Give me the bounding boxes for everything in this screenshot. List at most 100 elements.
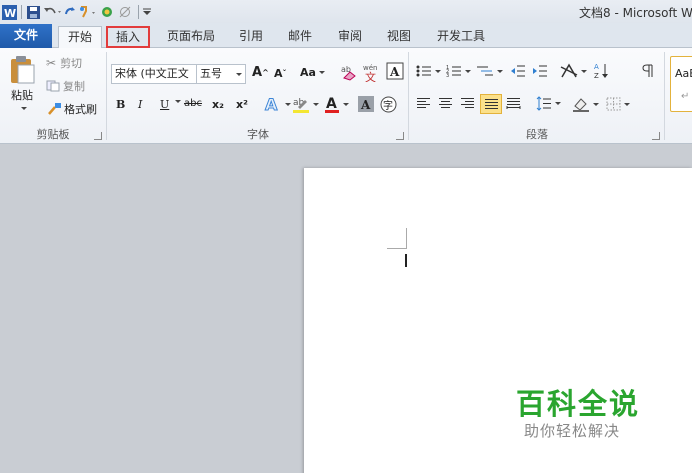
align-center-icon <box>439 98 452 108</box>
highlight-icon: ab <box>293 98 309 113</box>
styles-group: AaB ↵ <box>668 48 692 144</box>
line-spacing-button[interactable] <box>536 96 561 111</box>
underline-button[interactable]: U <box>160 98 169 111</box>
numbering-icon: 123 <box>446 65 461 78</box>
format-painter-icon <box>48 103 61 115</box>
underline-dropdown-icon[interactable] <box>172 100 181 103</box>
character-border-icon: A <box>386 62 404 80</box>
text-effects-button[interactable]: A <box>264 95 291 113</box>
character-shading-button[interactable]: A <box>358 96 374 112</box>
show-marks-button[interactable] <box>642 64 654 78</box>
paste-button[interactable]: 粘贴 <box>6 54 38 110</box>
svg-text:Z: Z <box>594 72 599 80</box>
margin-corner-mark <box>387 248 407 249</box>
font-color-button[interactable]: A <box>324 95 349 113</box>
change-case-button[interactable]: Aa <box>300 66 325 79</box>
style-normal-tile[interactable]: AaB ↵ <box>670 56 692 112</box>
tab-references[interactable]: 引用 <box>234 26 268 48</box>
align-right-icon <box>461 98 474 108</box>
clipboard-launcher-icon[interactable] <box>94 132 102 140</box>
clear-formatting-button[interactable]: ab <box>340 62 360 82</box>
distributed-button[interactable] <box>506 97 521 110</box>
decrease-indent-button[interactable] <box>510 64 526 78</box>
format-painter-button[interactable]: 格式刷 <box>46 101 97 117</box>
numbering-button[interactable]: 123 <box>446 64 471 78</box>
tab-insert[interactable]: 插入 <box>106 26 150 48</box>
tab-home[interactable]: 开始 <box>58 26 102 49</box>
format-painter-qat-icon[interactable] <box>77 3 99 21</box>
paste-label: 粘贴 <box>11 89 33 102</box>
multilevel-list-icon <box>477 66 493 76</box>
paste-icon <box>11 56 35 84</box>
font-name-combo[interactable]: 宋体 (中文正文 <box>111 64 197 84</box>
strikethrough-button[interactable]: abc <box>184 98 202 109</box>
align-left-icon <box>417 98 430 108</box>
character-border-button[interactable]: A <box>386 62 404 80</box>
ribbon: 粘贴 ✂ 剪切 复制 格式刷 剪贴板 宋体 (中文正文 五号 A ^ Aˇ Aa… <box>0 48 692 144</box>
justify-icon <box>484 98 498 109</box>
tab-view[interactable]: 视图 <box>382 26 416 48</box>
grow-font-button[interactable]: A ^ <box>252 65 269 80</box>
subscript-button[interactable]: x₂ <box>212 98 224 111</box>
font-size-combo[interactable]: 五号 <box>196 64 246 84</box>
svg-text:3: 3 <box>446 73 449 78</box>
ribbon-tabs: 文件 开始 插入 页面布局 引用 邮件 审阅 视图 开发工具 <box>0 23 692 49</box>
shading-icon <box>573 98 589 112</box>
paragraph-launcher-icon[interactable] <box>652 132 660 140</box>
superscript-button[interactable]: x² <box>236 98 248 111</box>
copy-button[interactable]: 复制 <box>46 78 85 94</box>
tab-review[interactable]: 审阅 <box>333 26 367 48</box>
shading-button[interactable] <box>572 96 599 112</box>
document-page[interactable] <box>304 168 692 473</box>
shrink-font-button[interactable]: Aˇ <box>274 67 287 80</box>
word-app-icon[interactable]: W <box>0 3 18 21</box>
font-group-label: 字体 <box>247 128 269 141</box>
sort-button[interactable]: AZ <box>594 62 610 80</box>
cut-button[interactable]: ✂ 剪切 <box>46 55 82 71</box>
tab-mailings[interactable]: 邮件 <box>283 26 317 48</box>
svg-text:A: A <box>594 63 599 71</box>
enclose-characters-button[interactable]: 字 <box>380 96 397 113</box>
tab-developer[interactable]: 开发工具 <box>432 26 490 48</box>
svg-text:W: W <box>4 7 16 20</box>
justify-button[interactable] <box>480 94 502 114</box>
multilevel-list-button[interactable] <box>476 64 503 78</box>
chinese-layout-button[interactable] <box>560 63 587 79</box>
watermark-subtitle: 助你轻松解决 <box>524 422 621 440</box>
tab-page-layout[interactable]: 页面布局 <box>162 26 220 48</box>
italic-button[interactable]: I <box>138 98 142 111</box>
customize-qat-icon[interactable] <box>142 3 152 21</box>
cut-label: 剪切 <box>60 57 83 70</box>
scissors-icon: ✂ <box>46 56 57 70</box>
borders-button[interactable] <box>606 97 630 111</box>
bullets-button[interactable] <box>416 64 441 78</box>
tab-file[interactable]: 文件 <box>0 24 52 48</box>
svg-text:A: A <box>265 95 278 113</box>
clipboard-group: 粘贴 ✂ 剪切 复制 格式刷 剪贴板 <box>0 48 106 144</box>
undo-icon[interactable] <box>41 3 63 21</box>
increase-indent-button[interactable] <box>532 64 548 78</box>
highlight-button[interactable]: ab <box>292 95 319 113</box>
font-size-dropdown-icon[interactable] <box>236 72 242 76</box>
clipboard-group-label: 剪贴板 <box>36 128 70 141</box>
align-left-button[interactable] <box>416 97 431 110</box>
redo-icon[interactable] <box>63 3 77 21</box>
phonetic-guide-button[interactable]: wén 文 <box>362 62 382 82</box>
svg-text:文: 文 <box>365 70 376 82</box>
font-size-value: 五号 <box>200 67 222 80</box>
change-case-icon: Aa <box>300 66 316 79</box>
bullets-icon <box>416 65 431 77</box>
svg-text:A: A <box>389 65 400 79</box>
sort-icon: AZ <box>594 63 608 80</box>
font-launcher-icon[interactable] <box>396 132 404 140</box>
align-right-button[interactable] <box>460 97 475 110</box>
clear-format-icon[interactable] <box>115 3 135 21</box>
bold-button[interactable]: B <box>116 98 125 111</box>
paste-dropdown-icon[interactable] <box>20 107 27 110</box>
align-center-button[interactable] <box>438 97 453 110</box>
paragraph-group-label: 段落 <box>526 128 548 141</box>
window-title: 文档8 - Microsoft W <box>579 6 692 20</box>
save-icon[interactable] <box>25 3 41 21</box>
color-icon[interactable] <box>99 3 115 21</box>
shrink-font-icon: A <box>274 67 283 80</box>
